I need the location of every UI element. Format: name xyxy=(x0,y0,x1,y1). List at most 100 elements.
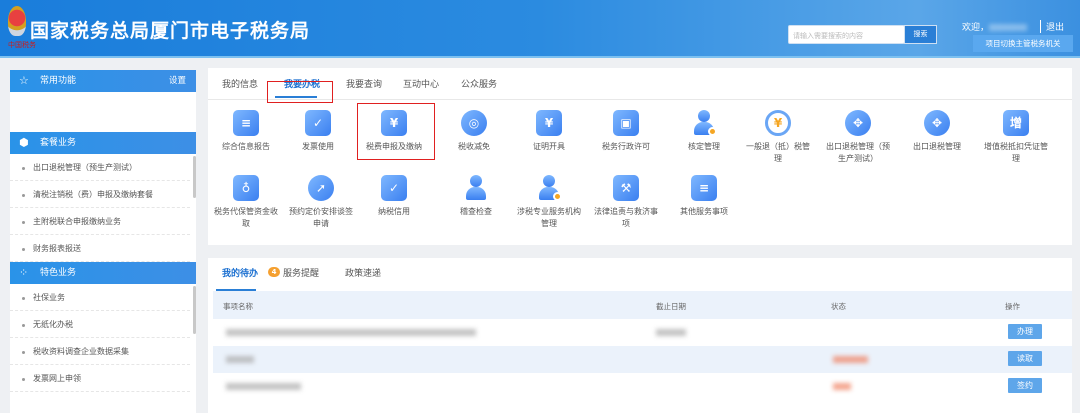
person-gear-icon xyxy=(536,175,562,201)
sidebar-item[interactable]: 主附税联合申报缴纳业务 xyxy=(10,208,190,235)
diamond-check-icon: ✓ xyxy=(381,175,407,201)
service-item[interactable]: ✥ 出口退税管理（预生产测试） xyxy=(823,110,893,165)
sidebar-item[interactable]: 清税注销税（费）申报及缴纳套餐 xyxy=(10,181,190,208)
service-item[interactable]: ⚒ 法律追责与救济事项 xyxy=(591,175,661,230)
sidebar-item[interactable]: 税收资料调查企业数据采集 xyxy=(10,338,190,365)
cube-icon: ⬢ xyxy=(19,136,29,149)
service-label: 增值税抵扣凭证管理 xyxy=(984,142,1048,163)
service-item[interactable]: ¥ 证明开具 xyxy=(514,110,584,153)
item-name-blurred xyxy=(226,329,476,336)
handle-button[interactable]: 办理 xyxy=(1008,324,1042,339)
service-item[interactable]: 涉税专业服务机构管理 xyxy=(514,175,584,230)
tab-my-info[interactable]: 我的信息 xyxy=(222,77,258,90)
header: 中国税务 国家税务总局厦门市电子税务局 请输入需要搜索的内容 搜索 欢迎， 退出… xyxy=(0,0,1080,58)
welcome-label: 欢迎， xyxy=(962,23,990,33)
scrollbar[interactable] xyxy=(193,286,196,334)
sidebar-item[interactable]: 出口退税管理（预生产测试） xyxy=(10,154,190,181)
clipboard-icon: ≡ xyxy=(233,110,259,136)
service-label: 一般退（抵）税管理 xyxy=(746,142,810,163)
globe-icon: ✥ xyxy=(845,110,871,136)
service-item[interactable]: ≡ 综合信息报告 xyxy=(211,110,281,153)
service-item[interactable]: ¥ 一般退（抵）税管理 xyxy=(743,110,813,165)
user-name-blurred xyxy=(989,24,1028,31)
tax-emblem-logo xyxy=(8,6,26,36)
main-tabs: 我的信息 我要办税 我要查询 互动中心 公众服务 xyxy=(208,68,1072,100)
common-functions-title: 常用功能 xyxy=(40,76,77,86)
col-deadline: 截止日期 xyxy=(656,302,686,311)
scrollbar[interactable] xyxy=(193,156,196,198)
service-label: 税费申报及缴纳 xyxy=(366,142,422,151)
id-card-icon: ▣ xyxy=(613,110,639,136)
tab-my-todo[interactable]: 我的待办 4 xyxy=(222,266,280,279)
service-label: 出口退税管理（预生产测试） xyxy=(826,142,890,163)
tab-public-service[interactable]: 公众服务 xyxy=(461,77,497,90)
service-label: 综合信息报告 xyxy=(222,142,270,151)
service-label: 其他服务事项 xyxy=(680,207,728,216)
sidebar-item[interactable]: 社保业务 xyxy=(10,284,190,311)
money-bag-hand-icon: ♁ xyxy=(233,175,259,201)
package-list: 出口退税管理（预生产测试） 清税注销税（费）申报及缴纳套餐 主附税联合申报缴纳业… xyxy=(10,154,196,262)
service-item[interactable]: 增增值税抵扣凭证管理 xyxy=(981,110,1051,165)
sidebar-item[interactable]: 财务报表报送 xyxy=(10,235,190,262)
service-item[interactable]: ♁ 税务代保管资金收取 xyxy=(211,175,281,230)
tab-query[interactable]: 我要查询 xyxy=(346,77,382,90)
compass-icon: ➚ xyxy=(308,175,334,201)
sidebar-item[interactable]: 发票网上申领 xyxy=(10,365,190,392)
switch-tax-authority-button[interactable]: 项目切换主管税务机关 xyxy=(973,35,1073,52)
tab-label: 我的待办 xyxy=(222,269,259,279)
special-business-header: ⁘ 特色业务 xyxy=(10,262,196,284)
service-label: 稽查检查 xyxy=(460,207,492,216)
service-label: 发票使用 xyxy=(302,142,334,151)
table-row: 签约 xyxy=(213,373,1072,400)
highlight-box xyxy=(267,81,333,103)
service-item[interactable]: ▣ 税务行政许可 xyxy=(591,110,661,153)
item-name-blurred xyxy=(226,356,254,363)
tab-policy-express[interactable]: 政策速递 xyxy=(345,266,381,279)
status-blurred xyxy=(833,383,851,390)
wallet-yuan-icon: ¥ xyxy=(381,110,407,136)
service-item[interactable]: ✓ 发票使用 xyxy=(283,110,353,153)
special-business-title: 特色业务 xyxy=(40,268,77,278)
settings-link[interactable]: 设置 xyxy=(169,70,186,92)
service-label: 证明开具 xyxy=(533,142,565,151)
service-label: 涉税专业服务机构管理 xyxy=(517,207,581,228)
tab-interaction[interactable]: 互动中心 xyxy=(403,77,439,90)
sidebar-item[interactable]: 无纸化办税 xyxy=(10,311,190,338)
service-label: 出口退税管理 xyxy=(913,142,961,151)
service-item[interactable]: ➚ 预约定价安排谈签申请 xyxy=(286,175,356,230)
service-label: 预约定价安排谈签申请 xyxy=(289,207,353,228)
vat-ticket-icon: 增 xyxy=(1003,110,1029,136)
search-button[interactable]: 搜索 xyxy=(904,25,937,44)
table-row: 读取 xyxy=(213,346,1072,373)
globe-icon: ✥ xyxy=(924,110,950,136)
service-label: 税务代保管资金收取 xyxy=(214,207,278,228)
site-title: 国家税务总局厦门市电子税务局 xyxy=(30,20,311,42)
service-item[interactable]: ≡ 其他服务事项 xyxy=(669,175,739,218)
person-gear-icon xyxy=(691,110,717,136)
read-button[interactable]: 读取 xyxy=(1008,351,1042,366)
service-item[interactable]: ¥ 税费申报及缴纳 xyxy=(359,110,429,153)
service-item[interactable]: ✓ 纳税信用 xyxy=(359,175,429,218)
table-row: 办理 xyxy=(213,319,1072,346)
service-item[interactable]: ✥ 出口退税管理 xyxy=(902,110,972,153)
package-business-header: ⬢ 套餐业务 xyxy=(10,132,196,154)
service-item[interactable]: 核定管理 xyxy=(669,110,739,153)
item-name-blurred xyxy=(226,383,301,390)
star-icon: ☆ xyxy=(19,74,29,87)
service-item[interactable]: ◎ 税收减免 xyxy=(439,110,509,153)
sign-button[interactable]: 签约 xyxy=(1008,378,1042,393)
search-input[interactable]: 请输入需要搜索的内容 xyxy=(788,25,905,44)
service-item[interactable]: 稽查检查 xyxy=(441,175,511,218)
special-list: 社保业务 无纸化办税 税收资料调查企业数据采集 发票网上申领 xyxy=(10,284,196,392)
yuan-refresh-icon: ¥ xyxy=(765,110,791,136)
gavel-icon: ⚒ xyxy=(613,175,639,201)
service-label: 税务行政许可 xyxy=(602,142,650,151)
tab-service-reminder[interactable]: 服务提醒 xyxy=(283,266,319,279)
service-label: 法律追责与救济事项 xyxy=(594,207,658,228)
service-panel: 我的信息 我要办税 我要查询 互动中心 公众服务 ≡ 综合信息报告 ✓ 发票使用 ¥ 税费… xyxy=(208,68,1072,245)
logout-link[interactable]: 退出 xyxy=(1040,20,1064,33)
col-action: 操作 xyxy=(1005,302,1020,311)
col-status: 状态 xyxy=(831,302,846,311)
grid-icon: ⁘ xyxy=(19,266,29,279)
service-label: 核定管理 xyxy=(688,142,720,151)
